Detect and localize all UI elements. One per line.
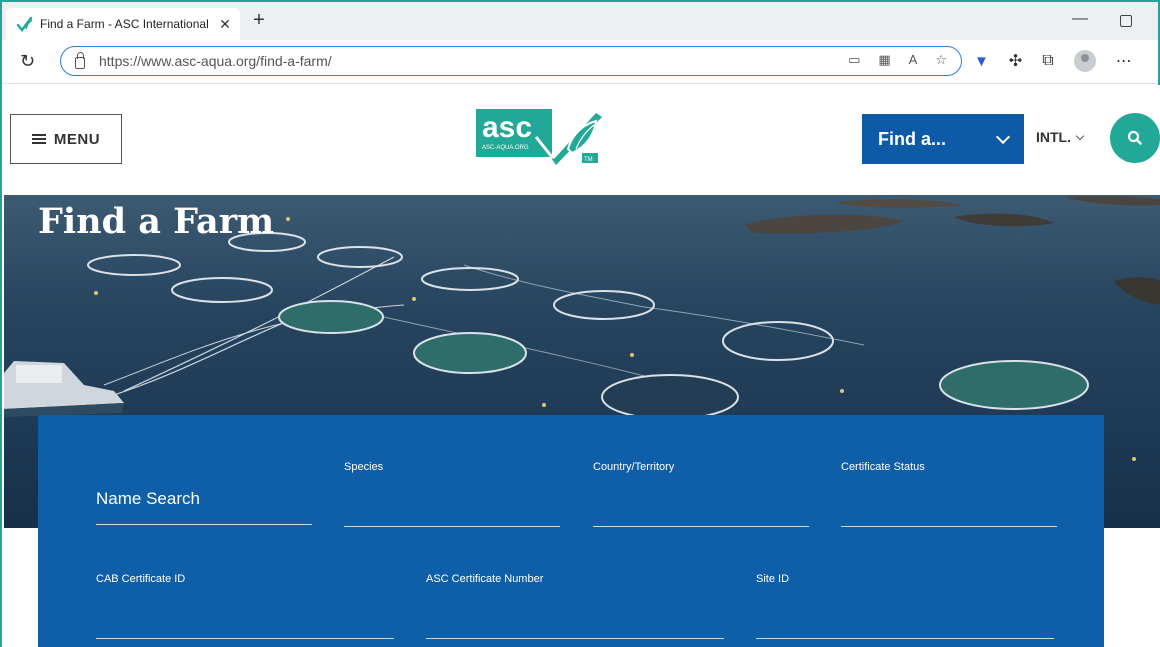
site-header: MENU asc ASC-AQUA.ORG TM Find a... INTL.: [4, 85, 1160, 195]
url-text[interactable]: https://www.asc-aqua.org/find-a-farm/: [99, 53, 332, 69]
chevron-down-icon: [1075, 131, 1085, 141]
region-label: INTL.: [1036, 129, 1071, 145]
search-icon: [1127, 130, 1142, 145]
certificate-status-label: Certificate Status: [841, 461, 925, 473]
profile-avatar[interactable]: [1073, 50, 1096, 72]
web-page: MENU asc ASC-AQUA.ORG TM Find a... INTL.: [4, 85, 1160, 647]
extensions-icon[interactable]: ✣: [1009, 51, 1022, 71]
tab-title: Find a Farm - ASC International: [40, 17, 209, 31]
address-bar-actions: ▭ ▦ A ☆: [848, 52, 947, 68]
logo-subtext: ASC-AQUA.ORG: [482, 145, 529, 151]
asc-favicon-icon: [16, 16, 33, 32]
species-label: Species: [344, 461, 384, 473]
maximize-button[interactable]: [1120, 15, 1132, 27]
asc-certificate-number-field[interactable]: ASC Certificate Number: [426, 565, 724, 639]
cab-certificate-id-field[interactable]: CAB Certificate ID: [96, 565, 394, 639]
country-select[interactable]: Country/Territory: [593, 455, 809, 527]
tab-bar: Find a Farm - ASC International ✕ + —: [2, 2, 1158, 40]
name-search-field[interactable]: Name Search: [96, 455, 312, 525]
asc-logo[interactable]: asc ASC-AQUA.ORG TM: [476, 109, 604, 165]
collections-icon[interactable]: ⧉: [1042, 52, 1053, 70]
hamburger-icon: [31, 134, 46, 144]
logo-text: asc: [482, 111, 532, 144]
search-button[interactable]: [1110, 113, 1160, 163]
minimize-button[interactable]: —: [1072, 10, 1088, 28]
site-id-label: Site ID: [756, 573, 790, 585]
address-bar[interactable]: https://www.asc-aqua.org/find-a-farm/ ▭ …: [60, 46, 962, 76]
new-tab-button[interactable]: +: [248, 10, 270, 32]
app-available-icon[interactable]: ▭: [848, 52, 860, 68]
find-dropdown-button[interactable]: Find a...: [862, 114, 1024, 164]
name-search-label: Name Search: [96, 489, 200, 508]
tab-close-icon[interactable]: ✕: [214, 16, 236, 33]
menu-button[interactable]: MENU: [10, 114, 122, 164]
browser-tab[interactable]: Find a Farm - ASC International ✕: [6, 8, 240, 40]
certificate-status-select[interactable]: Certificate Status: [841, 455, 1057, 527]
logo-tm: TM: [584, 157, 593, 163]
find-label: Find a...: [878, 128, 947, 149]
country-label: Country/Territory: [593, 461, 675, 473]
species-select[interactable]: Species: [344, 455, 560, 527]
more-options-icon[interactable]: ⋯: [1116, 51, 1132, 71]
read-aloud-icon[interactable]: A: [909, 52, 918, 68]
page-title: Find a Farm: [38, 201, 275, 242]
lock-icon[interactable]: [75, 52, 85, 69]
favorite-star-icon[interactable]: ☆: [935, 52, 947, 68]
vpn-extension-icon[interactable]: ▼: [974, 53, 989, 70]
menu-label: MENU: [53, 130, 101, 148]
address-bar-row: ↻ https://www.asc-aqua.org/find-a-farm/ …: [2, 40, 1158, 84]
reload-icon[interactable]: ↻: [20, 51, 35, 72]
cab-certificate-id-label: CAB Certificate ID: [96, 573, 186, 585]
farm-search-form: Name Search Species Country/Territory Ce…: [38, 415, 1104, 647]
chevron-down-icon: [995, 129, 1011, 145]
site-id-field[interactable]: Site ID: [756, 565, 1054, 639]
browser-window: Find a Farm - ASC International ✕ + — ↻ …: [0, 0, 1160, 647]
asc-certificate-number-label: ASC Certificate Number: [426, 573, 544, 585]
qr-code-icon[interactable]: ▦: [878, 52, 890, 68]
browser-toolbar: ▼ ✣ ⧉ ⋯: [974, 50, 1132, 72]
region-selector[interactable]: INTL.: [1036, 129, 1085, 145]
